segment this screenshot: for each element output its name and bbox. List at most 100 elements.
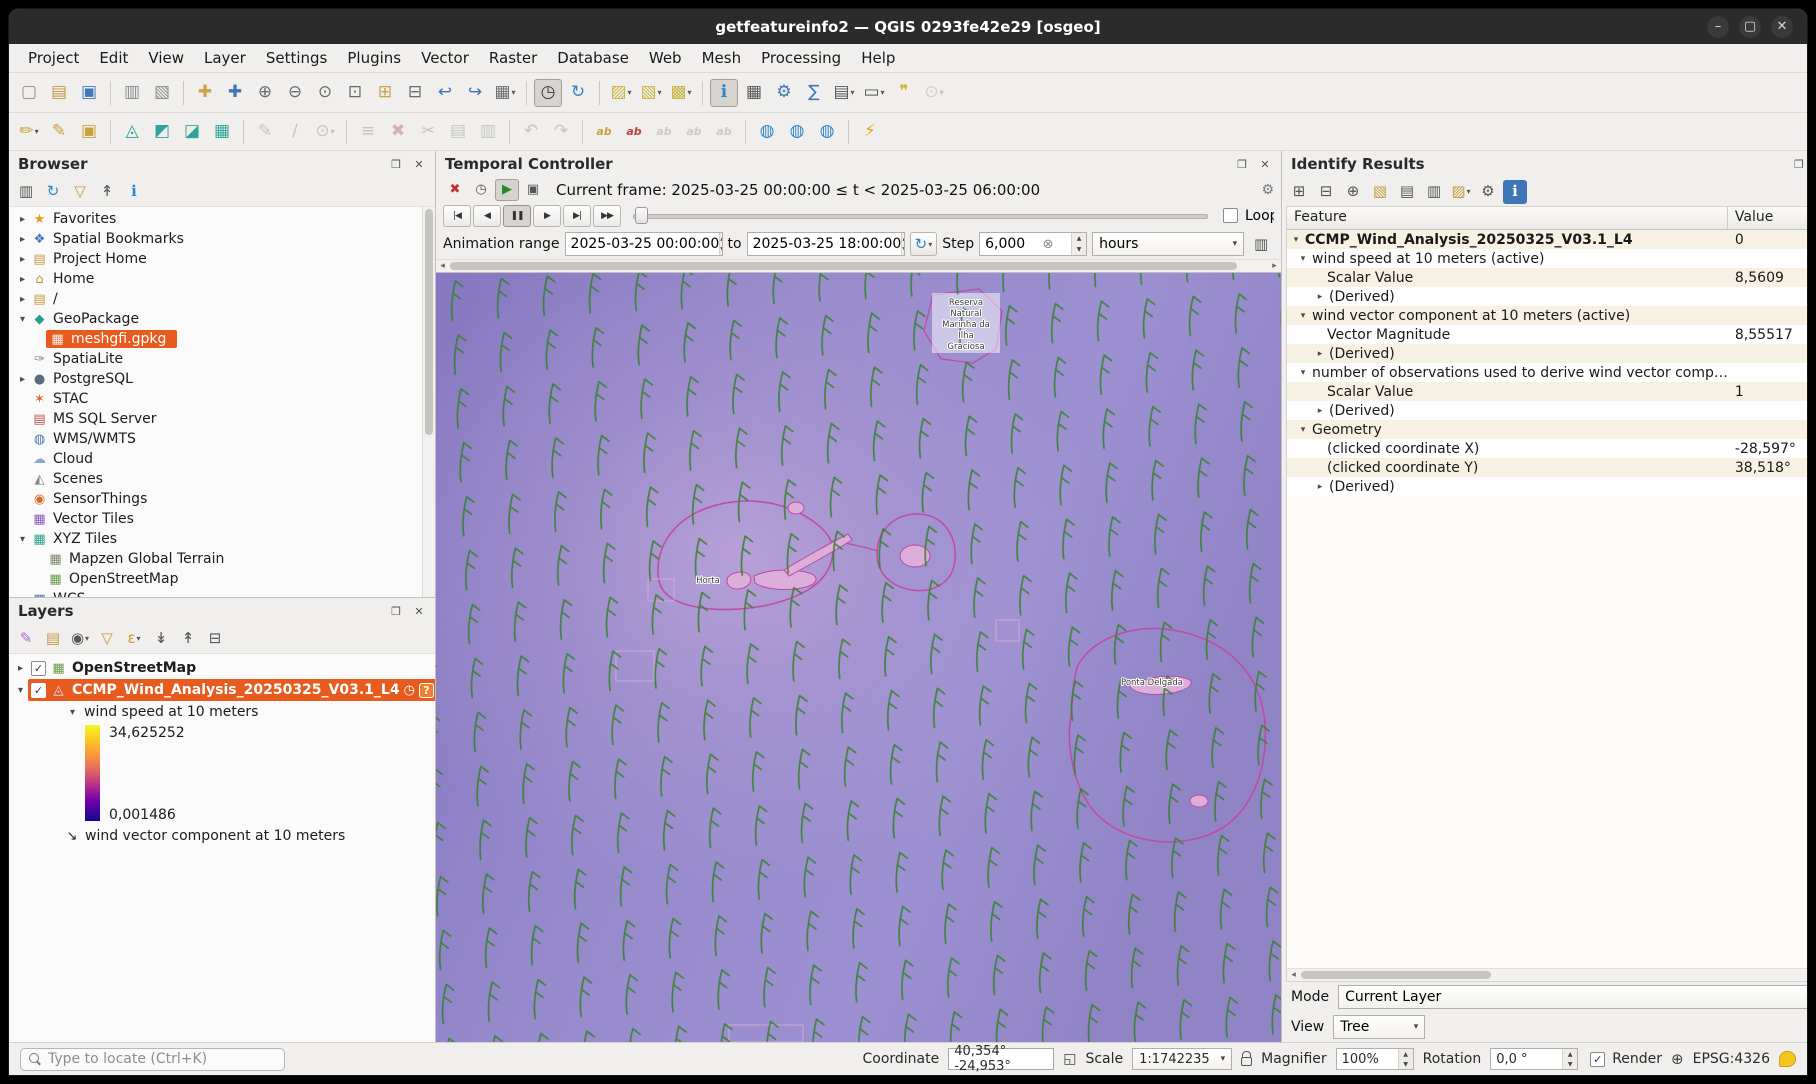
expander-icon[interactable]: ▾	[1296, 425, 1310, 435]
step-back-button[interactable]: ◀	[473, 205, 501, 227]
spin-buttons[interactable]	[901, 233, 904, 255]
identify-row[interactable]: ▾wind vector component at 10 meters (act…	[1287, 306, 1807, 325]
expander-icon[interactable]: ▾	[15, 314, 30, 325]
add-group-button[interactable]: ▤	[41, 627, 65, 651]
close-button[interactable]: ✕	[1771, 16, 1793, 38]
add-selected-layers-button[interactable]: ▥	[14, 180, 38, 204]
scrollbar-thumb[interactable]	[1301, 971, 1491, 979]
menu-raster[interactable]: Raster	[480, 46, 546, 70]
skip-to-end-button[interactable]: ▶▶	[593, 205, 621, 227]
pin-labels-button[interactable]: ab	[590, 118, 618, 146]
crs-label[interactable]: EPSG:4326	[1693, 1051, 1770, 1067]
expander-icon[interactable]: ▸	[15, 214, 30, 225]
menu-project[interactable]: Project	[19, 46, 88, 70]
collapse-all-button[interactable]: ↟	[176, 627, 200, 651]
print-response-button[interactable]: ▥	[1422, 180, 1446, 204]
layer-item-ccmp-mesh[interactable]: ▾ ◬ CCMP_Wind_Analysis_20250325_V03.1_L4…	[9, 679, 435, 701]
export-animation-icon[interactable]: ▥	[1249, 232, 1273, 256]
temporal-navigation-fixed-range-button[interactable]: ◷	[469, 179, 493, 201]
locate-box[interactable]	[20, 1048, 285, 1071]
menu-plugins[interactable]: Plugins	[338, 46, 410, 70]
zoom-in-button[interactable]: ⊕	[251, 79, 279, 107]
identify-row[interactable]: ▸(Derived)	[1287, 287, 1807, 306]
browser-scrollbar[interactable]	[422, 207, 435, 597]
value-column-header[interactable]: Value	[1728, 207, 1807, 229]
view-combo[interactable]: Tree ▾	[1333, 1015, 1425, 1039]
map-canvas[interactable]: ReservaNaturalMarinha daIlhaGraciosaHort…	[436, 273, 1281, 1042]
identify-row[interactable]: Scalar Value8,5609	[1287, 268, 1807, 287]
undock-panel-icon[interactable]	[389, 605, 403, 618]
spin-down-icon[interactable]	[720, 244, 722, 255]
menu-database[interactable]: Database	[548, 46, 638, 70]
close-panel-icon[interactable]	[412, 158, 426, 171]
browser-item-project-home[interactable]: ▸▤Project Home	[9, 249, 422, 269]
scale-combo[interactable]: 1:1742235 ▾	[1132, 1048, 1232, 1070]
browser-item-meshgfi-gpkg[interactable]: ▦meshgfi.gpkg	[9, 329, 422, 349]
zoom-native-button[interactable]: ⊙	[311, 79, 339, 107]
current-edits-button[interactable]: ✏▾	[15, 118, 43, 146]
extents-icon[interactable]: ◱	[1063, 1051, 1076, 1067]
legend-item-wind-speed[interactable]: ▾ wind speed at 10 meters	[9, 701, 435, 723]
zoom-next-button[interactable]: ↪	[461, 79, 489, 107]
mesh-force-lines-button[interactable]: ▦	[208, 118, 236, 146]
step-forward-button[interactable]: ▶|	[563, 205, 591, 227]
scroll-left-icon[interactable]: ◂	[1287, 969, 1300, 981]
browser-item-wms-wmts[interactable]: ◍WMS/WMTS	[9, 429, 422, 449]
statistical-summary-button[interactable]: ▤▾	[830, 79, 858, 107]
layer-visibility-checkbox[interactable]	[31, 683, 46, 698]
new-project-button[interactable]: ▢	[15, 79, 43, 107]
copy-feature-button[interactable]: ▤	[1395, 180, 1419, 204]
expander-icon[interactable]: ▸	[1313, 292, 1327, 302]
web-tools-button[interactable]: ◍	[813, 118, 841, 146]
new-map-view-button[interactable]: ▦▾	[491, 79, 519, 107]
time-slider-track[interactable]	[633, 214, 1208, 219]
open-project-button[interactable]: ▤	[45, 79, 73, 107]
help-button[interactable]: ℹ	[1503, 180, 1527, 204]
identify-row[interactable]: (clicked coordinate X)-28,597°	[1287, 439, 1807, 458]
highlight-labels-button[interactable]: ab	[620, 118, 648, 146]
pan-map-button[interactable]: ✚	[191, 79, 219, 107]
refresh-browser-button[interactable]: ↻	[41, 180, 65, 204]
expand-all-button[interactable]: ↡	[149, 627, 173, 651]
browser-item-geopackage[interactable]: ▾◆GeoPackage	[9, 309, 422, 329]
browser-item-favorites[interactable]: ▸★Favorites	[9, 209, 422, 229]
temporal-navigation-off-button[interactable]: ✖	[443, 179, 467, 201]
browser-item-stac[interactable]: ✶STAC	[9, 389, 422, 409]
zoom-out-button[interactable]: ⊖	[281, 79, 309, 107]
collapse-all-button[interactable]: ↟	[95, 180, 119, 204]
browser-item-xyz-tiles[interactable]: ▾▦XYZ Tiles	[9, 529, 422, 549]
layer-notes-icon[interactable]	[419, 683, 434, 698]
feature-column-header[interactable]: Feature	[1287, 207, 1728, 229]
zoom-full-button[interactable]: ⊡	[341, 79, 369, 107]
range-start-input[interactable]: 2025-03-25 00:00:00	[565, 232, 723, 256]
browser-item-spatialite[interactable]: ✑SpatiaLite	[9, 349, 422, 369]
expand-tree-button[interactable]: ⊞	[1287, 180, 1311, 204]
browser-item-scenes[interactable]: ◭Scenes	[9, 469, 422, 489]
expander-icon[interactable]: ▾	[1296, 311, 1310, 321]
spin-buttons[interactable]	[1398, 1049, 1413, 1069]
temporal-navigation-animated-button[interactable]: ▶	[495, 179, 519, 201]
identify-row[interactable]: Vector Magnitude8,55517	[1287, 325, 1807, 344]
menu-help[interactable]: Help	[852, 46, 904, 70]
zoom-to-selection-button[interactable]: ⊞	[371, 79, 399, 107]
set-to-full-range-button[interactable]: ↻▾	[910, 232, 938, 256]
spin-up-icon[interactable]	[1563, 1049, 1577, 1059]
maximize-button[interactable]: ▢	[1739, 16, 1761, 38]
filter-by-expression-button[interactable]: ε▾	[122, 627, 146, 651]
temporal-controller-button[interactable]: ◷	[534, 79, 562, 107]
new-print-layout-button[interactable]: ▥	[118, 79, 146, 107]
expander-icon[interactable]: ▾	[1289, 235, 1303, 245]
spin-buttons[interactable]	[719, 233, 722, 255]
toggle-editing-button[interactable]: ✎	[45, 118, 73, 146]
metasearch-button[interactable]: ◍	[753, 118, 781, 146]
mesh-selection-button[interactable]: ◪	[178, 118, 206, 146]
lock-scale-icon[interactable]	[1241, 1057, 1252, 1066]
browser-item-openstreetmap[interactable]: ▦OpenStreetMap	[9, 569, 422, 589]
titlebar[interactable]: getfeatureinfo2 — QGIS 0293fe42e29 [osge…	[9, 9, 1807, 44]
selected-layer-row[interactable]: ◬ CCMP_Wind_Analysis_20250325_V03.1_L4 ◷	[28, 679, 435, 701]
close-panel-icon[interactable]	[1258, 158, 1272, 171]
spin-buttons[interactable]	[1071, 233, 1086, 255]
spin-up-icon[interactable]	[1399, 1049, 1413, 1059]
step-input[interactable]: 6,000	[979, 232, 1087, 256]
undock-panel-icon[interactable]	[1792, 158, 1806, 171]
